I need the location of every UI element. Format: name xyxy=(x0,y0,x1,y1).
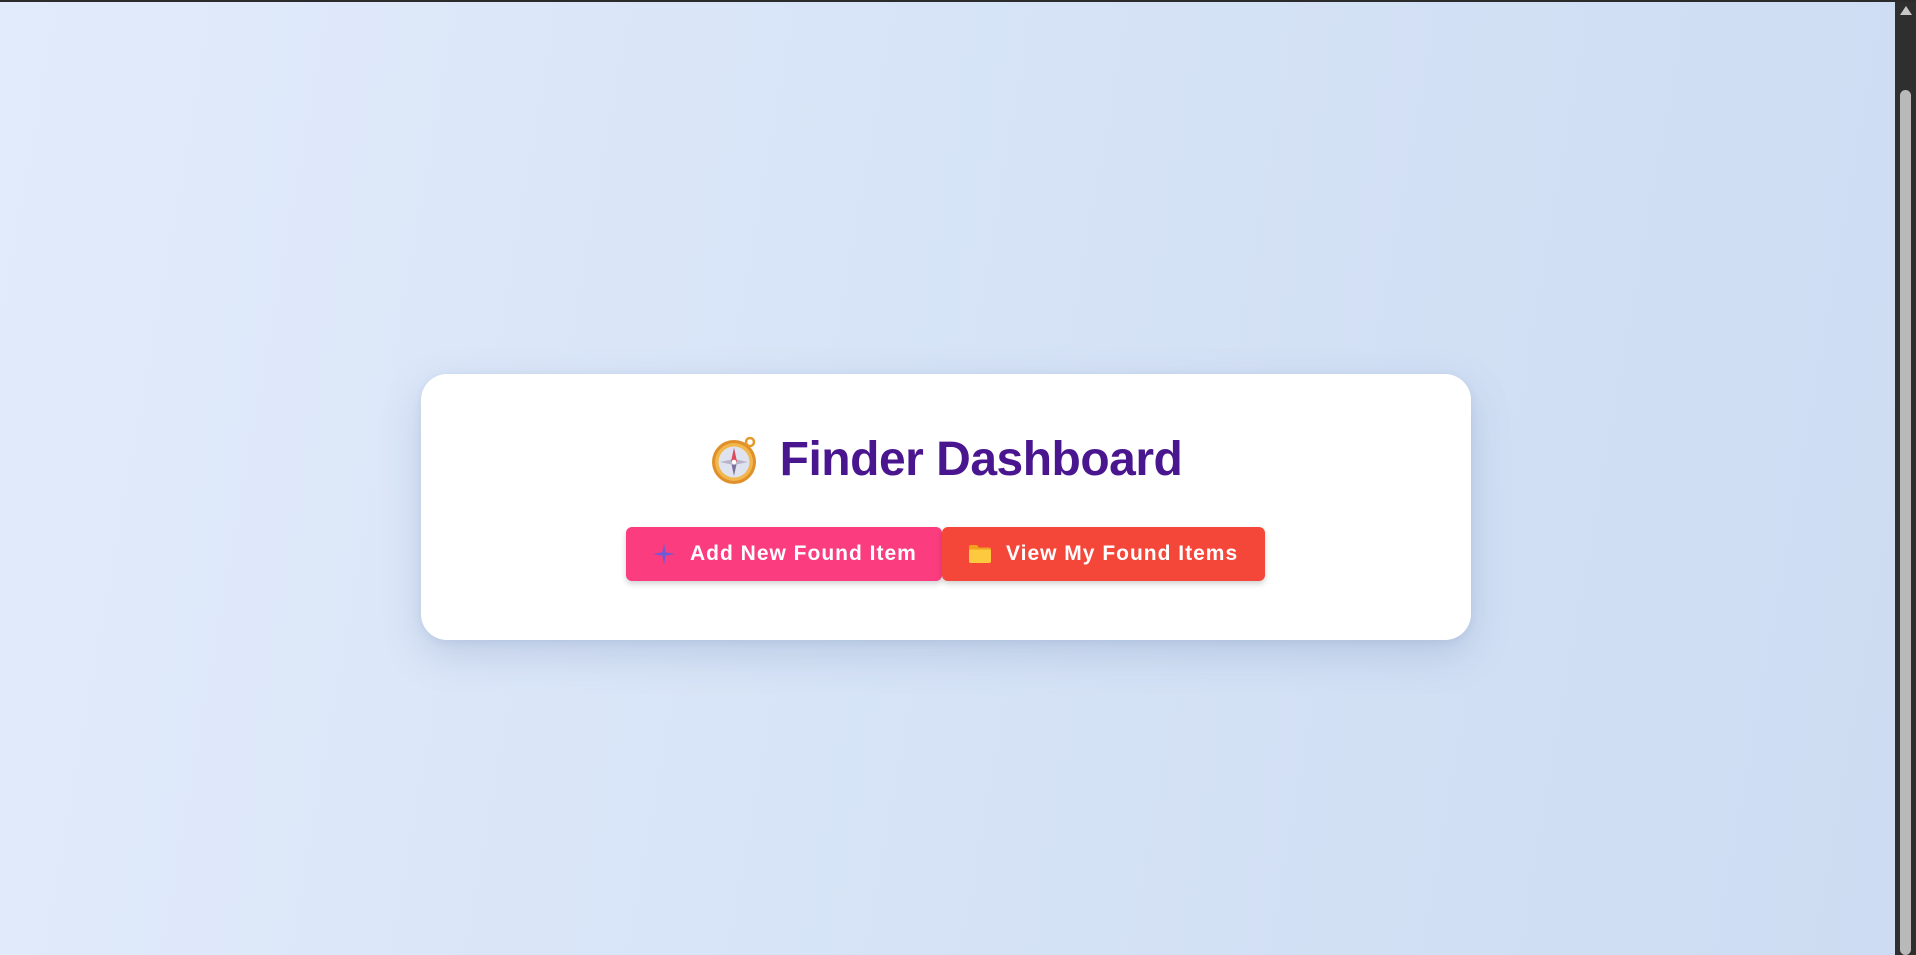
vertical-scrollbar[interactable] xyxy=(1895,2,1916,955)
page-viewport: Finder Dashboard Add New Found Item View… xyxy=(0,2,1895,955)
folder-icon xyxy=(968,542,992,566)
compass-icon xyxy=(710,434,762,486)
view-my-found-items-button[interactable]: View My Found Items xyxy=(942,527,1265,581)
action-buttons: Add New Found Item View My Found Items xyxy=(626,527,1265,581)
add-new-found-item-button[interactable]: Add New Found Item xyxy=(626,527,942,581)
view-my-found-items-label: View My Found Items xyxy=(1006,542,1239,565)
title-row: Finder Dashboard xyxy=(421,430,1471,490)
dashboard-card: Finder Dashboard Add New Found Item View… xyxy=(421,374,1471,640)
add-new-found-item-label: Add New Found Item xyxy=(690,542,917,565)
scroll-up-arrow-icon[interactable] xyxy=(1900,6,1912,15)
page-title: Finder Dashboard xyxy=(779,433,1183,486)
scrollbar-thumb[interactable] xyxy=(1900,90,1911,955)
sparkle-plus-icon xyxy=(652,542,676,566)
